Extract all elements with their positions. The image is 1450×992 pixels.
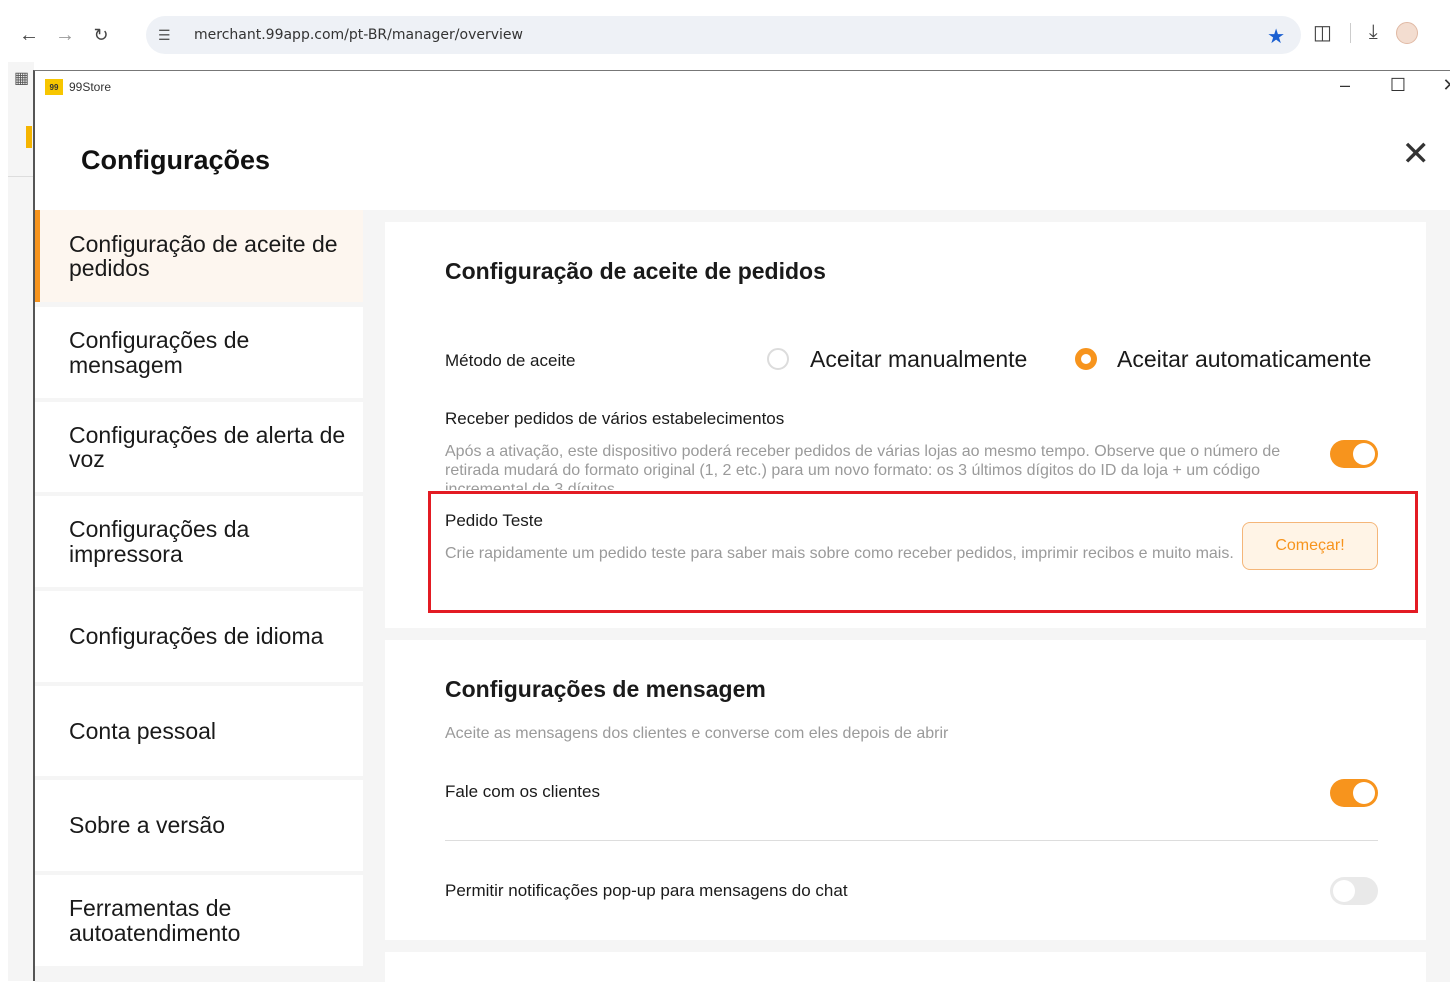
minimize-icon[interactable]: –: [1330, 75, 1360, 96]
messages-subtitle: Aceite as mensagens dos clientes e conve…: [445, 725, 949, 742]
window-titlebar: 99 99Store – ☐ ✕: [35, 71, 1450, 105]
maximize-icon[interactable]: ☐: [1383, 75, 1413, 96]
multi-store-toggle[interactable]: [1330, 440, 1378, 468]
browser-toolbar: ← → ↻ ☰ merchant.99app.com/pt-BR/manager…: [8, 10, 1450, 60]
sidebar-item-order-acceptance[interactable]: Configuração de aceite de pedidos: [35, 210, 363, 302]
sidebar-item-about-version[interactable]: Sobre a versão: [35, 780, 363, 871]
url-text[interactable]: merchant.99app.com/pt-BR/manager/overvie…: [194, 27, 523, 43]
back-icon[interactable]: ←: [14, 20, 44, 50]
close-icon[interactable]: ✕: [1402, 137, 1431, 171]
sidebar-item-personal-account[interactable]: Conta pessoal: [35, 686, 363, 776]
acceptance-method-label: Método de aceite: [445, 351, 576, 370]
test-order-label: Pedido Teste: [445, 511, 543, 530]
background-logo-mark: [26, 126, 32, 148]
chat-with-customers-toggle[interactable]: [1330, 779, 1378, 807]
toolbar-separator: [1349, 22, 1351, 43]
site-info-icon[interactable]: ☰: [158, 27, 180, 44]
reload-icon[interactable]: ↻: [86, 20, 116, 50]
popup-notifications-label: Permitir notificações pop-up para mensag…: [445, 881, 848, 900]
sidebar-item-language[interactable]: Configurações de idioma: [35, 591, 363, 682]
messages-card: Configurações de mensagem Aceite as mens…: [385, 640, 1426, 940]
app-name: 99Store: [69, 80, 112, 94]
order-acceptance-title: Configuração de aceite de pedidos: [445, 258, 826, 284]
test-order-description: Crie rapidamente um pedido teste para sa…: [445, 545, 1234, 562]
messages-divider: [445, 840, 1378, 841]
profile-avatar[interactable]: [1395, 21, 1418, 44]
toggle-knob: [1353, 782, 1375, 804]
sidebar-item-voice-alert[interactable]: Configurações de alerta de voz: [35, 402, 363, 492]
window-close-icon[interactable]: ✕: [1435, 75, 1450, 96]
messages-title: Configurações de mensagem: [445, 676, 766, 702]
address-bar[interactable]: ☰ merchant.99app.com/pt-BR/manager/overv…: [146, 16, 1301, 54]
sidebar-item-self-service[interactable]: Ferramentas de autoatendimento: [35, 875, 363, 966]
app-logo: 99: [45, 79, 63, 95]
toggle-knob: [1353, 443, 1375, 465]
extensions-area: ◫ ⤓: [1313, 20, 1418, 45]
accept-auto-label[interactable]: Aceitar automaticamente: [1117, 346, 1371, 373]
chat-with-customers-label: Fale com os clientes: [445, 782, 600, 801]
sidebar-item-messages[interactable]: Configurações de mensagem: [35, 307, 363, 398]
settings-main: Configuração de aceite de pedidos Método…: [363, 210, 1450, 992]
apps-grid-icon[interactable]: ▦: [14, 68, 29, 88]
app-window: 99 99Store – ☐ ✕ Configurações ✕ Configu…: [33, 70, 1450, 992]
multi-store-label: Receber pedidos de vários estabeleciment…: [445, 409, 785, 428]
popup-notifications-toggle[interactable]: [1330, 877, 1378, 905]
multi-store-description: Após a ativação, este dispositivo poderá…: [445, 443, 1281, 490]
start-test-order-button[interactable]: Começar!: [1242, 522, 1378, 570]
extensions-icon[interactable]: ◫: [1313, 20, 1332, 45]
order-acceptance-card: Configuração de aceite de pedidos Método…: [385, 222, 1426, 628]
background-page: [8, 62, 34, 981]
accept-manual-label[interactable]: Aceitar manualmente: [810, 346, 1027, 373]
radio-accept-manual[interactable]: [767, 348, 789, 370]
next-settings-card: [385, 952, 1426, 992]
radio-accept-auto[interactable]: [1075, 348, 1097, 370]
page-title: Configurações: [81, 145, 271, 175]
toggle-knob: [1333, 880, 1355, 902]
background-divider: [8, 176, 34, 177]
sidebar-item-printer[interactable]: Configurações da impressora: [35, 496, 363, 587]
download-icon[interactable]: ⤓: [1369, 21, 1378, 44]
settings-sidebar: Configuração de aceite de pedidos Config…: [35, 210, 363, 982]
forward-icon[interactable]: →: [50, 20, 80, 50]
settings-header: Configurações ✕: [35, 105, 1450, 211]
bookmark-star-icon[interactable]: ★: [1267, 24, 1285, 49]
